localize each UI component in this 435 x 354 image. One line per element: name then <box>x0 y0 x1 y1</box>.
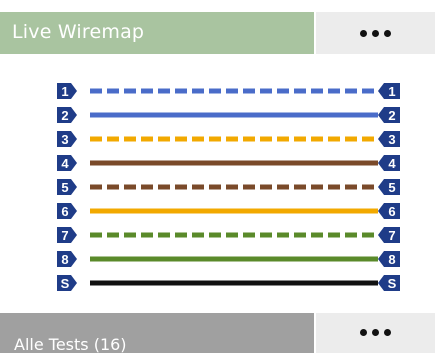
wire-row: 44 <box>57 155 400 171</box>
wire-row: 66 <box>57 203 400 219</box>
footer-title-area[interactable]: Alle Tests (16) <box>0 313 314 354</box>
menu-dot <box>372 328 379 336</box>
footer-menu-button[interactable] <box>316 313 435 353</box>
wire-row: 22 <box>57 107 400 123</box>
menu-dot <box>384 328 391 336</box>
footer-title: Alle Tests (16) <box>14 335 127 354</box>
right-pin-label: 8 <box>388 252 395 267</box>
right-pin-label: 4 <box>388 156 396 171</box>
wiremap-diagram: 1 12 23 34 45 56 67 78 8S S <box>57 83 400 291</box>
tests-footer: Alle Tests (16) <box>0 313 435 354</box>
right-pin-label: 1 <box>388 84 395 99</box>
right-pin-label: S <box>388 276 397 291</box>
right-pin-label: 2 <box>388 108 395 123</box>
left-pin-label: 5 <box>61 180 68 195</box>
left-pin-label: 1 <box>61 84 68 99</box>
wire-row: 88 <box>57 251 400 267</box>
left-pin-label: 6 <box>61 204 68 219</box>
right-pin-label: 5 <box>388 180 395 195</box>
right-pin-label: 6 <box>388 204 395 219</box>
left-pin-label: 2 <box>61 108 68 123</box>
left-pin-label: 4 <box>61 156 69 171</box>
left-pin-label: 8 <box>61 252 68 267</box>
right-pin-label: 7 <box>388 228 395 243</box>
wire-row: 11 <box>57 83 400 99</box>
wire-row: 55 <box>57 179 400 195</box>
wire-row: 33 <box>57 131 400 147</box>
menu-dot <box>360 328 367 336</box>
left-pin-label: 7 <box>61 228 68 243</box>
left-pin-label: S <box>61 276 70 291</box>
more-horizontal-icon <box>316 312 435 352</box>
wire-row: 77 <box>57 227 400 243</box>
left-pin-label: 3 <box>61 132 68 147</box>
wire-row: SS <box>57 275 400 291</box>
right-pin-label: 3 <box>388 132 395 147</box>
